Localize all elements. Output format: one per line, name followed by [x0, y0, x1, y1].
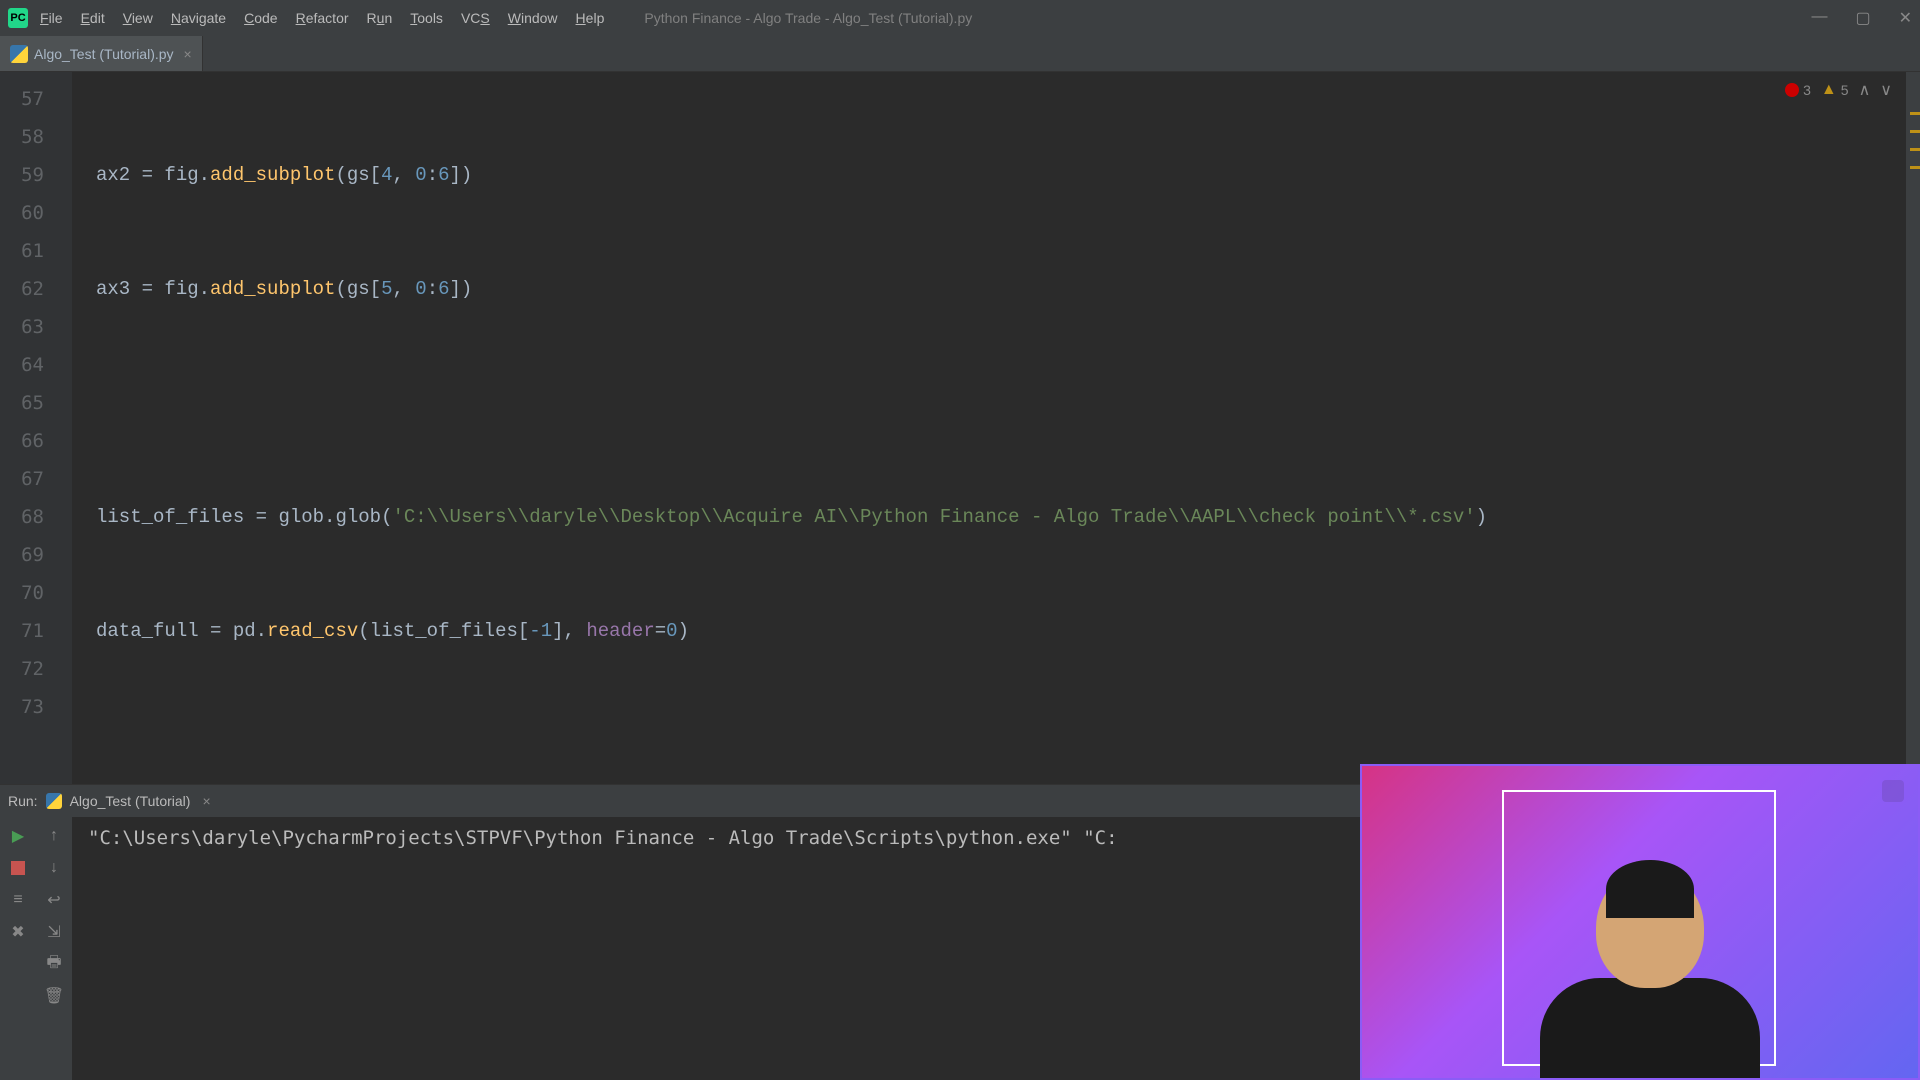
menu-code[interactable]: Code — [244, 10, 277, 26]
layout-icon[interactable]: ≡ — [7, 889, 29, 911]
menu-help[interactable]: Help — [576, 10, 605, 26]
window-title: Python Finance - Algo Trade - Algo_Test … — [644, 10, 972, 26]
webcam-overlay — [1360, 764, 1920, 1080]
stop-icon[interactable] — [7, 857, 29, 879]
prev-highlight-icon[interactable]: ∧ — [1859, 80, 1871, 100]
editor-tab-bar: Algo_Test (Tutorial).py × — [0, 36, 1920, 72]
tab-close-icon[interactable]: × — [184, 46, 192, 62]
tab-label: Algo_Test (Tutorial).py — [34, 46, 174, 62]
rerun-icon[interactable]: ▶ — [7, 825, 29, 847]
print-icon[interactable]: 🖶 — [43, 953, 65, 975]
next-highlight-icon[interactable]: ∨ — [1880, 80, 1892, 100]
webcam-expand-icon[interactable] — [1882, 780, 1904, 802]
menu-edit[interactable]: Edit — [81, 10, 105, 26]
soft-wrap-icon[interactable]: ↩ — [43, 889, 65, 911]
menu-refactor[interactable]: Refactor — [296, 10, 349, 26]
line-number-gutter: 57 58 59 60 61 62 63 64 65 66 67 68 69 7… — [0, 72, 72, 784]
menu-view[interactable]: View — [123, 10, 153, 26]
main-menu: File Edit View Navigate Code Refactor Ru… — [40, 10, 604, 26]
menu-file[interactable]: File — [40, 10, 63, 26]
maximize-button[interactable]: ▢ — [1855, 8, 1870, 28]
code-content[interactable]: ax2 = fig.add_subplot(gs[4, 0:6]) ax3 = … — [72, 72, 1920, 784]
close-button[interactable]: ✕ — [1899, 8, 1912, 28]
menu-navigate[interactable]: Navigate — [171, 10, 226, 26]
inspection-summary[interactable]: 3 ▲5 ∧ ∨ — [1785, 80, 1892, 100]
trash-icon[interactable]: 🗑 — [43, 985, 65, 1007]
presenter-silhouette — [1540, 868, 1760, 1078]
menu-window[interactable]: Window — [508, 10, 558, 26]
menu-vcs[interactable]: VCS — [461, 10, 490, 26]
scroll-end-icon[interactable]: ⇲ — [43, 921, 65, 943]
menu-tools[interactable]: Tools — [410, 10, 443, 26]
up-arrow-icon[interactable]: ↑ — [43, 825, 65, 847]
editor[interactable]: 57 58 59 60 61 62 63 64 65 66 67 68 69 7… — [0, 72, 1920, 784]
run-label: Run: — [8, 793, 38, 809]
down-arrow-icon[interactable]: ↓ — [43, 857, 65, 879]
python-file-icon — [10, 45, 28, 63]
warning-indicator-icon: ▲ — [1821, 81, 1837, 99]
run-sub-toolbar: ↑ ↓ ↩ ⇲ 🖶 🗑 — [36, 817, 72, 1080]
pin-icon[interactable]: ✖ — [7, 921, 29, 943]
ide-logo-icon: PC — [8, 8, 28, 28]
editor-scrollbar[interactable] — [1906, 72, 1920, 784]
editor-tab[interactable]: Algo_Test (Tutorial).py × — [0, 36, 203, 71]
run-toolbar: ▶ ≡ ✖ — [0, 817, 36, 1080]
run-tab-close-icon[interactable]: × — [202, 793, 210, 809]
run-config-name: Algo_Test (Tutorial) — [70, 793, 191, 809]
minimize-button[interactable]: — — [1811, 8, 1827, 28]
title-bar: PC File Edit View Navigate Code Refactor… — [0, 0, 1920, 36]
python-file-icon — [46, 793, 62, 809]
menu-run[interactable]: Run — [367, 10, 393, 26]
error-indicator-icon — [1785, 83, 1799, 97]
window-controls: — ▢ ✕ — [1811, 8, 1912, 28]
